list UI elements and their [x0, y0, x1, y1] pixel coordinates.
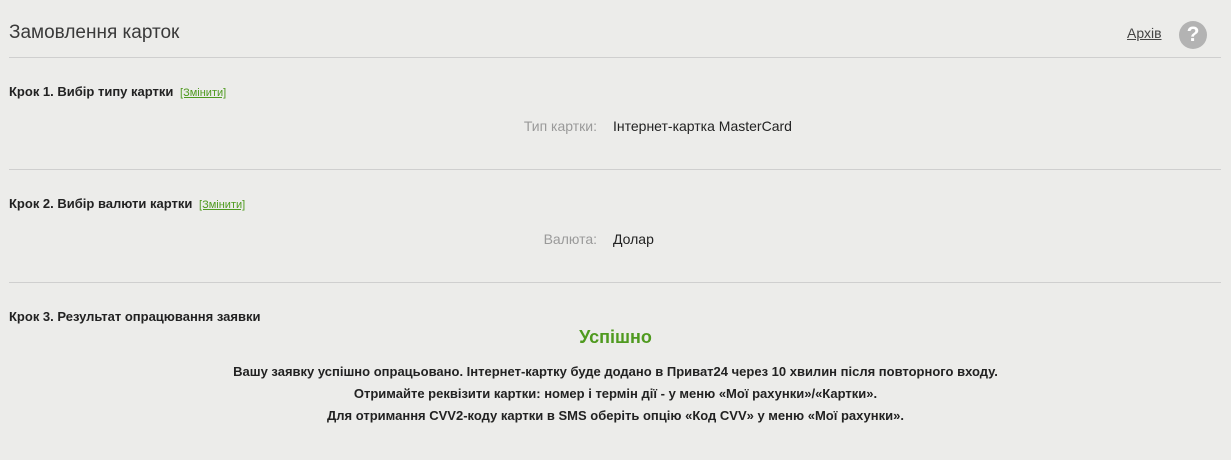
step2-divider	[9, 282, 1221, 283]
step3-title: Крок 3. Результат опрацювання заявки	[9, 309, 261, 324]
card-type-value: Інтернет-картка MasterCard	[613, 118, 792, 134]
card-type-label: Тип картки:	[523, 118, 597, 134]
help-icon[interactable]: ?	[1179, 21, 1207, 49]
archive-link[interactable]: Архів	[1127, 25, 1162, 41]
result-message-line: Отримайте реквізити картки: номер і терм…	[353, 386, 878, 401]
page-header: Замовлення карток Архів ?	[0, 0, 1231, 57]
result-message-line: Вашу заявку успішно опрацьовано. Інтерне…	[233, 364, 998, 379]
step2-title: Крок 2. Вибір валюти картки	[9, 196, 193, 211]
step2-section: Крок 2. Вибір валюти картки [Змінити]	[9, 196, 245, 211]
page-title: Замовлення карток	[9, 22, 180, 43]
step2-change-link[interactable]: [Змінити]	[199, 199, 245, 211]
result-message-line: Для отримання CVV2-коду картки в SMS обе…	[327, 408, 904, 423]
success-status: Успішно	[579, 327, 652, 347]
step1-section: Крок 1. Вибір типу картки [Змінити]	[9, 84, 226, 99]
step1-divider	[9, 169, 1221, 170]
step1-change-link[interactable]: [Змінити]	[180, 87, 226, 99]
step1-title: Крок 1. Вибір типу картки	[9, 84, 174, 99]
currency-value: Долар	[613, 231, 654, 247]
header-divider	[9, 57, 1221, 58]
currency-label: Валюта:	[543, 231, 597, 247]
